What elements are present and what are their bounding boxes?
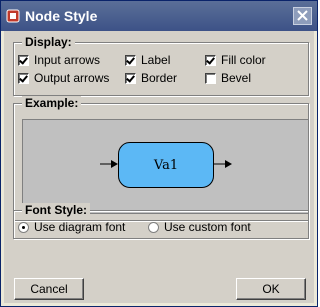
checkbox-box[interactable] [205,54,216,66]
display-group: Display: Input arrows Label Fill color O… [13,35,309,96]
dialog-body: Display: Input arrows Label Fill color O… [4,31,314,303]
checkbox-box[interactable] [125,72,136,84]
cancel-button[interactable]: Cancel [14,278,84,300]
node-label: Va1 [153,157,179,173]
checkbox-label: Bevel [221,71,252,85]
example-node: Va1 [118,142,214,188]
font-style-group: Font Style: Use diagram font Use custom … [13,203,309,239]
bevel-checkbox[interactable]: Bevel [205,71,251,85]
radio-button[interactable] [148,221,159,233]
input-arrow-icon [100,160,118,168]
use-diagram-font-radio[interactable]: Use diagram font [18,220,125,234]
node-style-dialog: Node Style Display: Input arrows Label F… [0,0,318,307]
output-arrows-checkbox[interactable]: Output arrows [18,71,109,85]
label-checkbox[interactable]: Label [125,53,170,67]
checkbox-label: Border [141,71,178,85]
checkbox-box[interactable] [18,72,29,84]
checkbox-box[interactable] [125,54,136,66]
display-group-title: Display: [22,35,75,49]
radio-button[interactable] [18,221,29,233]
checkbox-box[interactable] [205,72,216,84]
checkbox-label: Input arrows [34,53,101,67]
border-checkbox[interactable]: Border [125,71,177,85]
checkbox-label: Label [141,53,171,67]
fill-color-checkbox[interactable]: Fill color [205,53,266,67]
example-group-title: Example: [22,96,82,110]
checkbox-label: Fill color [221,53,266,67]
ok-button[interactable]: OK [236,278,306,300]
checkbox-label: Output arrows [34,71,110,85]
title-bar[interactable]: Node Style [1,1,317,31]
checkbox-box[interactable] [18,54,29,66]
close-button[interactable] [293,7,312,25]
window-title: Node Style [25,8,98,24]
radio-label: Use diagram font [34,220,126,234]
cancel-button-label: Cancel [30,282,68,296]
use-custom-font-radio[interactable]: Use custom font [148,220,251,234]
example-preview: Va1 [22,119,309,214]
font-style-group-title: Font Style: [22,203,90,217]
output-arrow-icon [214,160,232,168]
close-icon [297,10,308,21]
input-arrows-checkbox[interactable]: Input arrows [18,53,100,67]
radio-label: Use custom font [164,220,251,234]
ok-button-label: OK [262,282,280,296]
app-icon [6,9,20,23]
